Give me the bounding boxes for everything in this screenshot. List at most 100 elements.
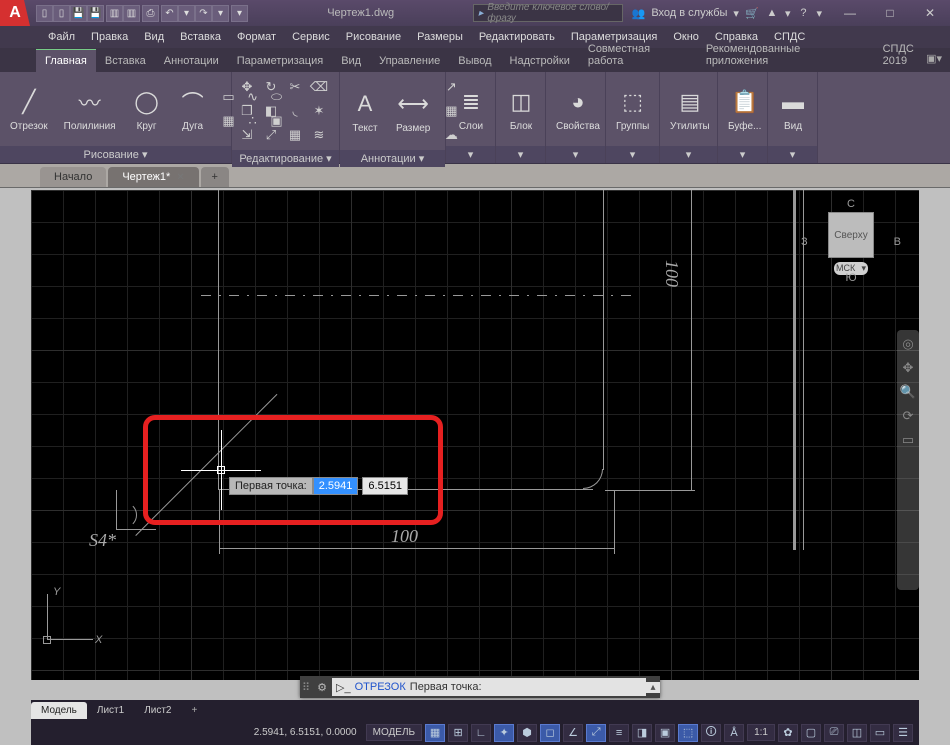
sheet-layout2[interactable]: Лист2	[134, 702, 181, 719]
polyline-button[interactable]: 〰Полилиния	[58, 85, 122, 134]
sheet-add[interactable]: +	[182, 702, 208, 719]
qat-undo-drop-icon[interactable]: ▾	[178, 5, 195, 22]
nav-zoom-icon[interactable]: 🔍	[900, 384, 916, 400]
nav-orbit-icon[interactable]: ⟳	[903, 408, 914, 424]
menu-file[interactable]: Файл	[40, 27, 83, 47]
array-icon[interactable]: ▦	[284, 124, 306, 146]
signin-drop-icon[interactable]: ▾	[733, 7, 739, 20]
status-lwt-icon[interactable]: ≡	[609, 724, 629, 742]
qat-web-open-icon[interactable]: ▥	[106, 5, 123, 22]
drawing-canvas[interactable]: 100 100 S4* Первая точка: 2.5941 6.5151 …	[31, 190, 919, 680]
close-button[interactable]: ✕	[910, 0, 950, 26]
vc-top-face[interactable]: Сверху	[828, 212, 874, 258]
qat-open-icon[interactable]: ▯	[53, 5, 70, 22]
status-osnap-icon[interactable]: ◻	[540, 724, 560, 742]
qat-dropdown-icon[interactable]: ▾	[231, 5, 248, 22]
menu-format[interactable]: Формат	[229, 27, 284, 47]
panel-modify-label[interactable]: Редактирование ▾	[232, 150, 339, 167]
utils-button[interactable]: ▤Утилиты	[664, 85, 716, 134]
panel-draw-label[interactable]: Рисование ▾	[0, 146, 231, 163]
signin-label[interactable]: Вход в службы	[651, 7, 727, 19]
layers-button[interactable]: ≣Слои	[450, 85, 492, 134]
qat-redo-drop-icon[interactable]: ▾	[212, 5, 229, 22]
panel-view-arrow[interactable]: ▾	[768, 146, 817, 163]
command-line[interactable]: ⠿ ⚙ ▷_ ОТРЕЗОК Первая точка: ▴	[300, 676, 660, 698]
dim-button[interactable]: ⟷Размер	[390, 87, 436, 136]
qat-plot-icon[interactable]: ⎙	[142, 5, 159, 22]
doc-tab-close-icon[interactable]: ✕	[176, 172, 184, 183]
status-ortho-icon[interactable]: ∟	[471, 724, 491, 742]
menu-tools[interactable]: Сервис	[284, 27, 338, 47]
qat-redo-icon[interactable]: ↷	[195, 5, 212, 22]
doc-tab-home[interactable]: Начало	[40, 167, 106, 187]
help-icon[interactable]: ?	[796, 6, 810, 20]
status-autoscale-icon[interactable]: Å	[724, 724, 744, 742]
qat-saveas-icon[interactable]: 💾	[87, 5, 104, 22]
status-custom-icon[interactable]: ☰	[893, 724, 913, 742]
doc-tab-add[interactable]: +	[201, 167, 229, 187]
status-iso-icon[interactable]: ⬢	[517, 724, 537, 742]
panel-layers-arrow[interactable]: ▾	[446, 146, 495, 163]
sheet-layout1[interactable]: Лист1	[87, 702, 134, 719]
scale-icon[interactable]: ⤢	[260, 124, 282, 146]
nav-wheel-icon[interactable]: ◎	[902, 336, 913, 352]
ribbon-tab-addins[interactable]: Надстройки	[501, 50, 579, 72]
view-button[interactable]: ▬Вид	[772, 85, 814, 134]
minimize-button[interactable]: —	[830, 0, 870, 26]
menu-view[interactable]: Вид	[136, 27, 172, 47]
status-coords[interactable]: 2.5941, 6.5151, 0.0000	[254, 727, 357, 738]
offset-icon[interactable]: ≋	[308, 124, 330, 146]
erase-icon[interactable]: ⌫	[308, 76, 330, 98]
trim-icon[interactable]: ✂	[284, 76, 306, 98]
mirror-icon[interactable]: ◧	[260, 100, 282, 122]
cmd-customize-icon[interactable]: ⚙	[312, 681, 332, 694]
status-isoviews-icon[interactable]: ◫	[847, 724, 867, 742]
viewcube[interactable]: С З В Сверху Ю МСК▾	[801, 198, 901, 308]
ribbon-tab-home[interactable]: Главная	[36, 49, 96, 72]
qat-save-icon[interactable]: 💾	[70, 5, 87, 22]
status-sc-icon[interactable]: ⬚	[678, 724, 698, 742]
fillet-icon[interactable]: ◟	[284, 100, 306, 122]
stretch-icon[interactable]: ⇲	[236, 124, 258, 146]
qat-web-save-icon[interactable]: ▥	[123, 5, 140, 22]
help-drop-icon[interactable]: ▾	[816, 7, 822, 20]
nav-pan-icon[interactable]: ✥	[903, 360, 914, 376]
vc-south[interactable]: Ю	[801, 272, 901, 284]
panel-props-arrow[interactable]: ▾	[546, 146, 605, 163]
rotate-icon[interactable]: ↻	[260, 76, 282, 98]
ucs-icon[interactable]: Y X	[39, 588, 99, 648]
arc-button[interactable]: ⌒Дуга	[172, 85, 214, 134]
vc-west[interactable]: З	[801, 236, 808, 248]
menu-insert[interactable]: Вставка	[172, 27, 229, 47]
text-button[interactable]: AТекст	[344, 87, 386, 136]
panel-annotate-label[interactable]: Аннотации ▾	[340, 150, 445, 167]
status-clean-icon[interactable]: ▭	[870, 724, 890, 742]
app-logo[interactable]: A	[0, 0, 30, 26]
ribbon-tab-manage[interactable]: Управление	[370, 50, 449, 72]
panel-groups-arrow[interactable]: ▾	[606, 146, 659, 163]
vc-east[interactable]: В	[894, 236, 901, 248]
status-polar-icon[interactable]: ✦	[494, 724, 514, 742]
status-monitor-icon[interactable]: ▢	[801, 724, 821, 742]
status-trans-icon[interactable]: ◨	[632, 724, 652, 742]
panel-block-arrow[interactable]: ▾	[496, 146, 545, 163]
ribbon-tab-parametric[interactable]: Параметризация	[228, 50, 332, 72]
ribbon-tab-annotate[interactable]: Аннотации	[155, 50, 228, 72]
exchange-icon[interactable]: ▲	[765, 6, 779, 20]
ribbon-tab-featured[interactable]: Рекомендованные приложения	[697, 38, 874, 72]
move-icon[interactable]: ✥	[236, 76, 258, 98]
props-button[interactable]: ◕Свойства	[550, 85, 606, 134]
panel-utils-arrow[interactable]: ▾	[660, 146, 717, 163]
status-annoscale[interactable]: 1:1	[747, 724, 775, 741]
ribbon-tab-insert[interactable]: Вставка	[96, 50, 155, 72]
signin-icon[interactable]: 👥	[631, 6, 645, 20]
menu-dimension[interactable]: Размеры	[409, 27, 471, 47]
qat-undo-icon[interactable]: ↶	[161, 5, 178, 22]
status-annomon-icon[interactable]: 🛈	[701, 724, 721, 742]
copy-icon[interactable]: ❐	[236, 100, 258, 122]
ribbon-min-icon[interactable]: ▣▾	[926, 52, 942, 65]
circle-button[interactable]: ◯Круг	[126, 85, 168, 134]
explode-icon[interactable]: ✶	[308, 100, 330, 122]
line-button[interactable]: ╱Отрезок	[4, 85, 54, 134]
exchange-drop-icon[interactable]: ▾	[785, 7, 791, 20]
